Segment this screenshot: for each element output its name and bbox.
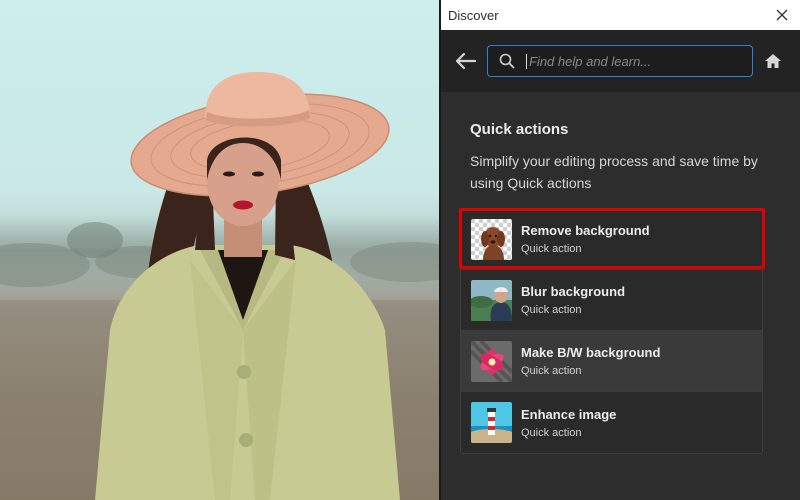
woman-in-hat-photo	[0, 72, 439, 500]
action-title: Make B/W background	[521, 345, 661, 360]
quick-action-blur-background[interactable]: Blur background Quick action	[461, 270, 762, 331]
action-title: Enhance image	[521, 406, 617, 422]
action-title: Blur background	[521, 284, 626, 299]
remove-background-thumbnail	[471, 218, 512, 260]
quick-action-make-bw-background[interactable]: Make B/W background Quick action	[461, 331, 762, 392]
discover-panel: Discover Quick actions Simplify your edi…	[441, 0, 800, 500]
enhance-image-thumbnail	[471, 402, 512, 443]
search-input[interactable]	[526, 53, 736, 69]
action-subtitle: Quick action	[521, 365, 582, 377]
action-title: Remove background	[521, 223, 650, 238]
section-description: Simplify your editing process and save t…	[470, 153, 758, 191]
blur-background-thumbnail	[471, 279, 512, 321]
photo-canvas[interactable]	[0, 0, 439, 500]
panel-navbar	[441, 30, 800, 92]
make-bw-background-thumbnail	[471, 340, 512, 382]
quick-action-enhance-image[interactable]: Enhance image Quick action	[461, 392, 762, 453]
action-subtitle: Quick action	[521, 243, 582, 255]
search-icon	[499, 53, 515, 69]
back-arrow-icon[interactable]	[455, 52, 477, 70]
home-icon[interactable]	[764, 52, 782, 70]
panel-titlebar: Discover	[441, 0, 800, 30]
quick-action-remove-background[interactable]: Remove background Quick action	[459, 208, 765, 270]
search-box[interactable]	[487, 45, 753, 77]
panel-content: Quick actions Simplify your editing proc…	[441, 92, 800, 454]
close-icon[interactable]	[774, 7, 790, 23]
quick-actions-list: Remove background Quick action Blur back…	[459, 208, 765, 454]
action-subtitle: Quick action	[521, 426, 582, 439]
action-subtitle: Quick action	[521, 304, 582, 316]
section-title: Quick actions	[470, 121, 569, 138]
panel-title: Discover	[448, 7, 499, 23]
